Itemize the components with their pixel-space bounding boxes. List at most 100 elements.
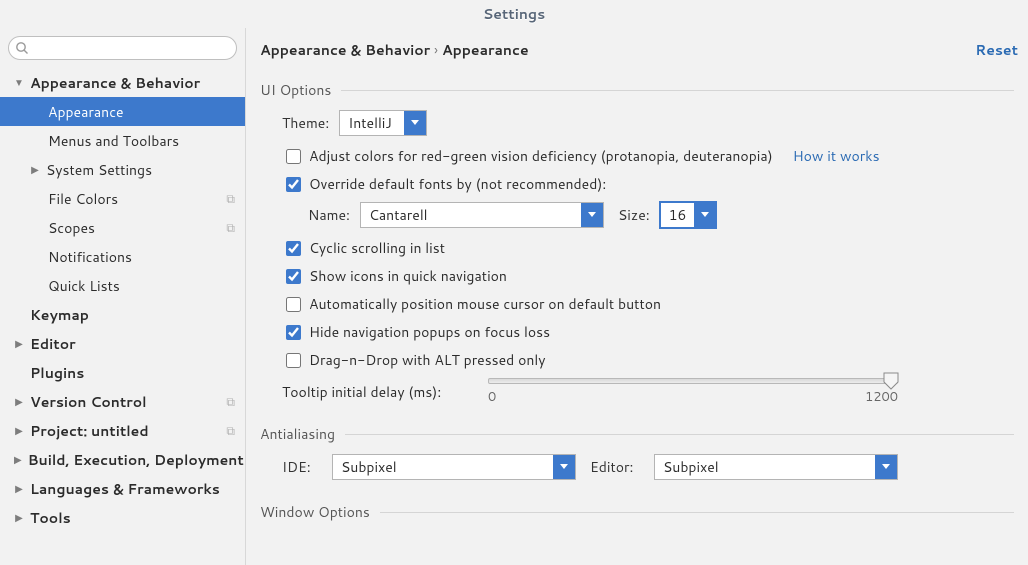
chevron-right-icon: › xyxy=(434,40,438,60)
chevron-down-icon xyxy=(694,203,714,227)
sidebar-item-label: Appearance xyxy=(48,102,124,122)
checkbox-label: Show icons in quick navigation xyxy=(309,266,507,286)
sidebar-item[interactable]: ▼ Appearance & Behavior xyxy=(0,68,245,97)
checkbox-input[interactable] xyxy=(286,149,301,164)
chevron-down-icon xyxy=(553,455,575,479)
slider-min: 0 xyxy=(488,388,496,406)
checkbox-dnd-alt[interactable]: Drag-n-Drop with ALT pressed only xyxy=(282,350,1014,370)
chevron-right-icon: ▶ xyxy=(14,453,22,467)
sidebar-item-label: Appearance & Behavior xyxy=(30,73,200,93)
section-title: UI Options xyxy=(260,80,331,100)
chevron-down-icon xyxy=(875,455,897,479)
aa-editor-select[interactable]: Subpixel xyxy=(654,454,898,480)
section-window-options: Window Options xyxy=(260,502,1014,522)
sidebar-item-label: Plugins xyxy=(30,363,84,383)
checkbox-show-icons-quicknav[interactable]: Show icons in quick navigation xyxy=(282,266,1014,286)
checkbox-input[interactable] xyxy=(286,269,301,284)
sidebar-item[interactable]: Notifications xyxy=(0,242,245,271)
chevron-right-icon: ▶ xyxy=(14,395,24,409)
slider-max: 1200 xyxy=(865,388,898,406)
checkbox-label: Hide navigation popups on focus loss xyxy=(309,322,550,342)
checkbox-label: Adjust colors for red-green vision defic… xyxy=(309,146,773,166)
project-scope-icon: ⧉ xyxy=(226,219,235,236)
tooltip-delay-label: Tooltip initial delay (ms): xyxy=(282,378,488,402)
checkbox-label: Drag-n-Drop with ALT pressed only xyxy=(309,350,546,370)
section-antialiasing: Antialiasing xyxy=(260,424,1014,444)
sidebar-item[interactable]: Appearance xyxy=(0,97,245,126)
search-field[interactable] xyxy=(33,38,228,58)
sidebar-item-label: System Settings xyxy=(46,160,152,180)
aa-ide-select[interactable]: Subpixel xyxy=(332,454,576,480)
breadcrumb: Appearance & Behavior › Appearance xyxy=(260,40,1014,60)
chevron-down-icon xyxy=(404,111,426,135)
chevron-right-icon: ▶ xyxy=(14,337,24,351)
reset-link[interactable]: Reset xyxy=(975,40,1018,60)
sidebar-item-label: Project: untitled xyxy=(30,421,149,441)
search-input[interactable] xyxy=(8,36,237,60)
sidebar-item[interactable]: ▶ Project: untitled ⧉ xyxy=(0,416,245,445)
sidebar-item-label: Languages & Frameworks xyxy=(30,479,220,499)
sidebar-item[interactable]: Keymap xyxy=(0,300,245,329)
theme-value: IntelliJ xyxy=(340,113,404,133)
checkbox-input[interactable] xyxy=(286,325,301,340)
sidebar-item-label: Notifications xyxy=(48,247,132,267)
checkbox-label: Automatically position mouse cursor on d… xyxy=(309,294,661,314)
breadcrumb-root[interactable]: Appearance & Behavior xyxy=(260,40,430,60)
sidebar-item[interactable]: ▶ System Settings xyxy=(0,155,245,184)
sidebar-item-label: File Colors xyxy=(48,189,118,209)
sidebar-item-label: Version Control xyxy=(30,392,147,412)
settings-tree: ▼ Appearance & Behavior Appearance Menus an… xyxy=(0,66,245,565)
sidebar-item[interactable]: Quick Lists xyxy=(0,271,245,300)
theme-label: Theme: xyxy=(282,113,329,133)
sidebar-item[interactable]: ▶Build, Execution, Deployment xyxy=(0,445,245,474)
sidebar-item-label: Quick Lists xyxy=(48,276,120,296)
chevron-right-icon: ▶ xyxy=(30,163,40,177)
how-it-works-link[interactable]: How it works xyxy=(793,146,880,166)
settings-panel: Reset Appearance & Behavior › Appearance… xyxy=(246,28,1028,565)
checkbox-override-fonts[interactable]: Override default fonts by (not recommend… xyxy=(282,174,1014,194)
sidebar-item[interactable]: ▶ Tools xyxy=(0,503,245,532)
aa-ide-label: IDE: xyxy=(282,457,322,477)
font-name-select[interactable]: Cantarell xyxy=(360,202,604,228)
sidebar-item[interactable]: Scopes ⧉ xyxy=(0,213,245,242)
sidebar-item[interactable]: Menus and Toolbars xyxy=(0,126,245,155)
sidebar-item[interactable]: ▶ Editor xyxy=(0,329,245,358)
sidebar-item-label: Tools xyxy=(30,508,71,528)
chevron-down-icon: ▼ xyxy=(14,76,24,90)
sidebar-item[interactable]: ▶ Languages & Frameworks xyxy=(0,474,245,503)
slider-thumb-icon[interactable] xyxy=(883,372,899,390)
sidebar-item[interactable]: Plugins xyxy=(0,358,245,387)
section-ui-options: UI Options xyxy=(260,80,1014,100)
sidebar-item[interactable]: File Colors ⧉ xyxy=(0,184,245,213)
sidebar-item[interactable]: ▶ Version Control ⧉ xyxy=(0,387,245,416)
sidebar-item-label: Scopes xyxy=(48,218,95,238)
theme-select[interactable]: IntelliJ xyxy=(339,110,427,136)
checkbox-input[interactable] xyxy=(286,297,301,312)
chevron-right-icon: ▶ xyxy=(14,482,24,496)
checkbox-adjust-colors[interactable]: Adjust colors for red-green vision defic… xyxy=(282,146,1014,166)
font-size-select[interactable]: 16 xyxy=(660,202,716,228)
aa-editor-label: Editor: xyxy=(590,457,644,477)
checkbox-input[interactable] xyxy=(286,241,301,256)
checkbox-auto-position-mouse[interactable]: Automatically position mouse cursor on d… xyxy=(282,294,1014,314)
checkbox-cyclic-scrolling[interactable]: Cyclic scrolling in list xyxy=(282,238,1014,258)
project-scope-icon: ⧉ xyxy=(226,422,235,439)
sidebar: ▼ Appearance & Behavior Appearance Menus an… xyxy=(0,28,246,565)
font-name-value: Cantarell xyxy=(361,205,581,225)
chevron-right-icon: ▶ xyxy=(14,424,24,438)
sidebar-item-label: Editor xyxy=(30,334,76,354)
aa-editor-value: Subpixel xyxy=(655,457,875,477)
checkbox-input[interactable] xyxy=(286,177,301,192)
font-size-value: 16 xyxy=(661,205,695,225)
tooltip-delay-slider[interactable] xyxy=(488,378,898,384)
checkbox-label: Cyclic scrolling in list xyxy=(309,238,445,258)
aa-ide-value: Subpixel xyxy=(333,457,553,477)
project-scope-icon: ⧉ xyxy=(226,190,235,207)
checkbox-input[interactable] xyxy=(286,353,301,368)
checkbox-label: Override default fonts by (not recommend… xyxy=(309,174,606,194)
sidebar-item-label: Keymap xyxy=(30,305,89,325)
project-scope-icon: ⧉ xyxy=(226,393,235,410)
checkbox-hide-nav-popups[interactable]: Hide navigation popups on focus loss xyxy=(282,322,1014,342)
chevron-right-icon: ▶ xyxy=(14,511,24,525)
section-title: Window Options xyxy=(260,502,370,522)
